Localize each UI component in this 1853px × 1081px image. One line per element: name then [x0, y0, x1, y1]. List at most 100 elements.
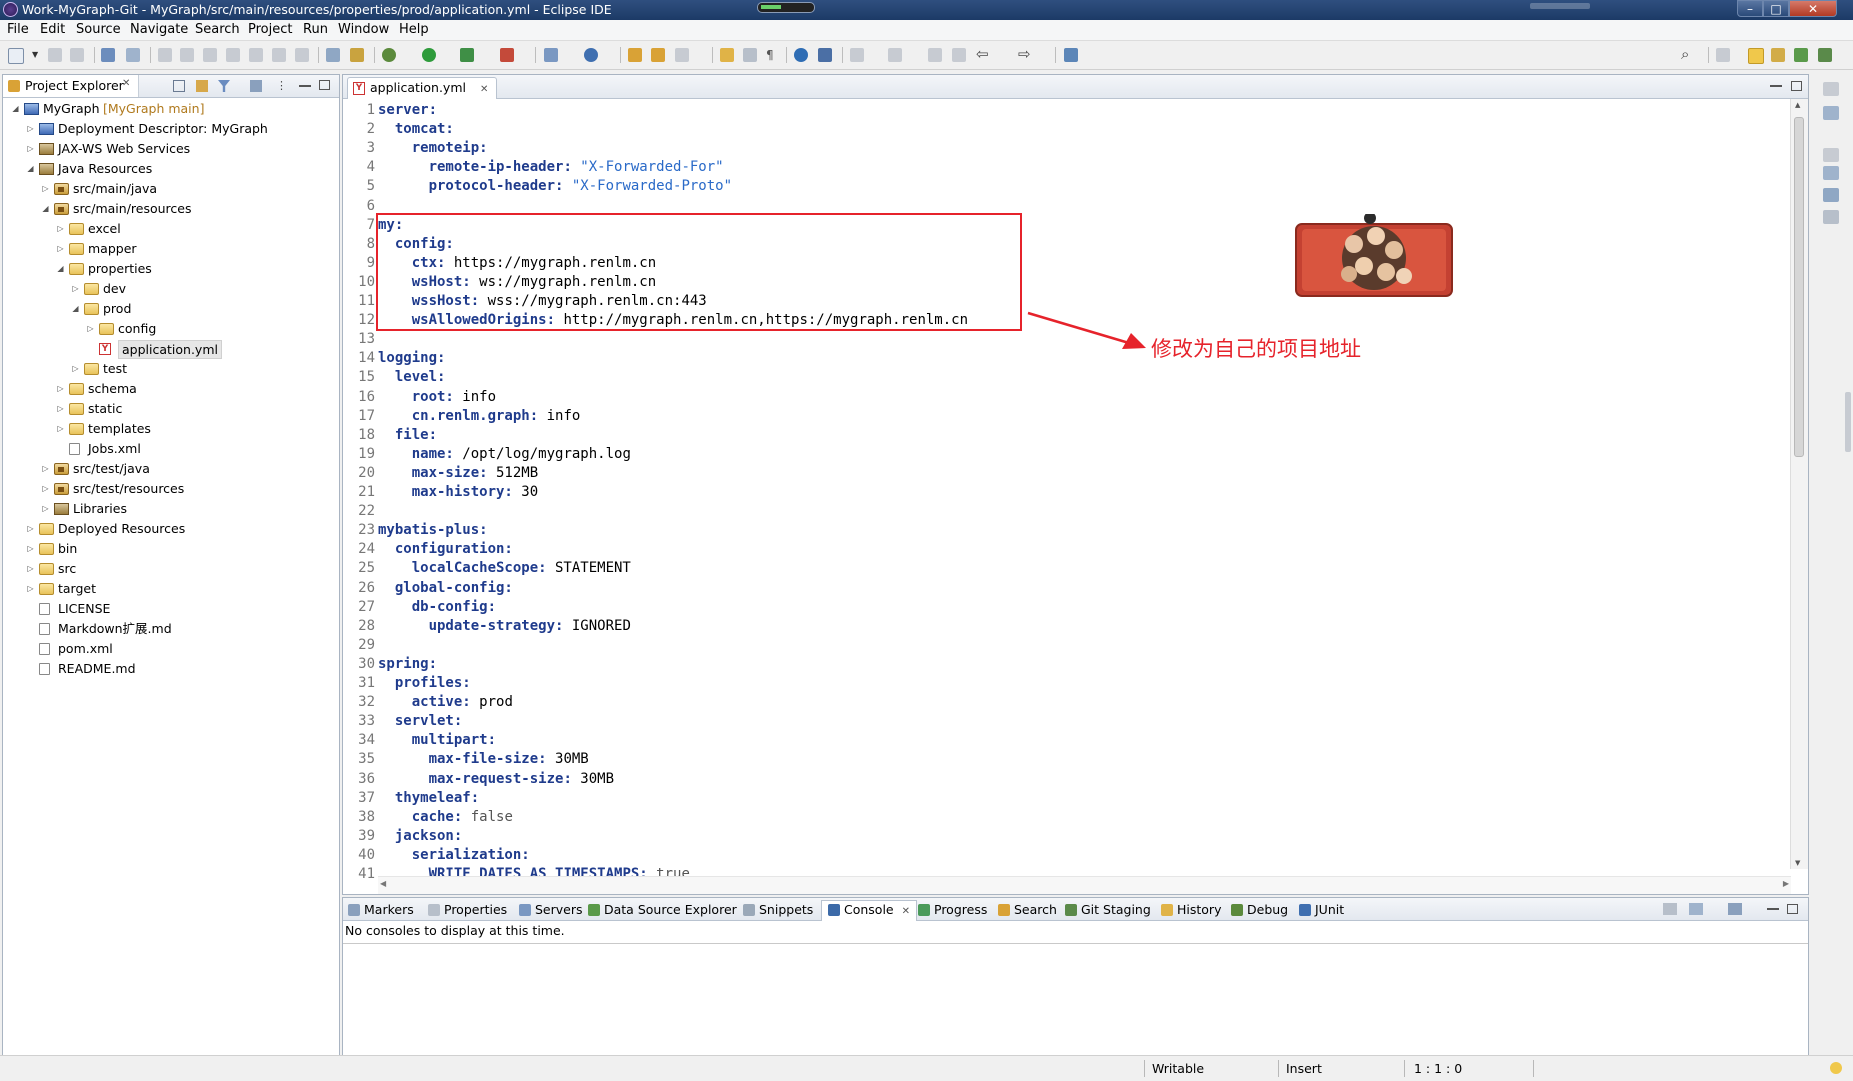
- tab-junit[interactable]: JUnit: [1299, 901, 1344, 919]
- vertical-scrollbar[interactable]: ▲ ▼: [1790, 99, 1808, 869]
- close-console-icon[interactable]: ✕: [902, 906, 910, 917]
- filter-icon[interactable]: [218, 80, 230, 92]
- scroll-up-icon[interactable]: ▲: [1795, 101, 1800, 109]
- tree-item[interactable]: ▷ src/main/java: [3, 179, 337, 199]
- open-console-icon[interactable]: [1728, 903, 1742, 915]
- tree-item[interactable]: Markdown扩展.md: [3, 619, 337, 639]
- scrollbar-thumb[interactable]: [1794, 117, 1804, 457]
- collapsed-arrow-icon[interactable]: ▷: [26, 559, 35, 579]
- git-perspective-icon[interactable]: [1818, 48, 1832, 62]
- tree-item[interactable]: ▷ Deployment Descriptor: MyGraph: [3, 119, 337, 139]
- pin-editor-icon[interactable]: [1064, 48, 1078, 62]
- trim-scroll-handle[interactable]: [1845, 392, 1851, 452]
- terminal-icon[interactable]: [101, 48, 115, 62]
- tab-markers[interactable]: Markers: [348, 901, 414, 919]
- save-icon[interactable]: [48, 48, 62, 62]
- tree-item[interactable]: ◢ properties: [3, 259, 337, 279]
- tab-console[interactable]: Console ✕: [821, 900, 918, 921]
- new-icon[interactable]: [8, 48, 24, 64]
- resume-icon[interactable]: [158, 48, 172, 62]
- tree-item[interactable]: ◢ src/main/resources: [3, 199, 337, 219]
- view-menu-icon[interactable]: ⋮: [276, 80, 287, 92]
- focus-icon[interactable]: [250, 80, 262, 92]
- tree-item[interactable]: ▷ static: [3, 399, 337, 419]
- paragraph-icon[interactable]: ¶: [766, 48, 776, 62]
- minimize-view-icon[interactable]: [299, 85, 311, 87]
- collapsed-arrow-icon[interactable]: ▷: [86, 319, 95, 339]
- menu-navigate[interactable]: Navigate: [130, 22, 188, 37]
- new-server-icon[interactable]: [544, 48, 558, 62]
- show-whitespace-icon[interactable]: [743, 48, 757, 62]
- open-type-icon[interactable]: [326, 48, 340, 62]
- tree-item[interactable]: ◢ MyGraph [MyGraph main]: [3, 99, 337, 119]
- tree-item[interactable]: Jobs.xml: [3, 439, 337, 459]
- collapsed-arrow-icon[interactable]: ▷: [26, 539, 35, 559]
- tree-item[interactable]: ▷ src/test/java: [3, 459, 337, 479]
- bookmarks-icon[interactable]: [1823, 210, 1839, 224]
- collapsed-arrow-icon[interactable]: ▷: [26, 119, 35, 139]
- tree-item[interactable]: ▷ dev: [3, 279, 337, 299]
- collapsed-arrow-icon[interactable]: ▷: [56, 419, 65, 439]
- minimize-button[interactable]: –: [1737, 0, 1763, 17]
- maximize-view-icon[interactable]: [319, 80, 330, 90]
- run-server-icon[interactable]: [460, 48, 474, 62]
- tab-history[interactable]: History: [1161, 901, 1221, 919]
- skip-breakpoints-icon[interactable]: [126, 48, 140, 62]
- collapsed-arrow-icon[interactable]: ▷: [56, 239, 65, 259]
- minimize-editor-icon[interactable]: [1770, 85, 1782, 87]
- disconnect-icon[interactable]: [226, 48, 240, 62]
- collapsed-arrow-icon[interactable]: ▷: [26, 579, 35, 599]
- tab-properties[interactable]: Properties: [428, 901, 507, 919]
- collapsed-arrow-icon[interactable]: ▷: [56, 219, 65, 239]
- open-project-icon[interactable]: [651, 48, 665, 62]
- collapsed-arrow-icon[interactable]: ▷: [56, 379, 65, 399]
- menu-search[interactable]: Search: [195, 22, 240, 37]
- tree-item[interactable]: ▷ src: [3, 559, 337, 579]
- menu-window[interactable]: Window: [338, 22, 389, 37]
- close-tab-icon[interactable]: ✕: [480, 84, 488, 95]
- collapsed-arrow-icon[interactable]: ▷: [41, 499, 50, 519]
- tree-item[interactable]: README.md: [3, 659, 337, 679]
- tab-search[interactable]: Search: [998, 901, 1057, 919]
- expanded-arrow-icon[interactable]: ◢: [56, 259, 65, 279]
- maximize-button[interactable]: □: [1763, 0, 1789, 17]
- tree-item[interactable]: pom.xml: [3, 639, 337, 659]
- tree-item[interactable]: ◢ Java Resources: [3, 159, 337, 179]
- expanded-arrow-icon[interactable]: ◢: [71, 299, 80, 319]
- expanded-arrow-icon[interactable]: ◢: [26, 159, 35, 179]
- collapsed-arrow-icon[interactable]: ▷: [41, 459, 50, 479]
- step-return-icon[interactable]: [295, 48, 309, 62]
- forward-arrow-icon[interactable]: ⇨: [1018, 47, 1036, 62]
- tab-application-yml[interactable]: Y application.yml ✕: [347, 77, 498, 99]
- tree-item[interactable]: ▷ templates: [3, 419, 337, 439]
- collapsed-arrow-icon[interactable]: ▷: [41, 179, 50, 199]
- java-ee-perspective-icon[interactable]: [1748, 48, 1764, 64]
- open-perspective-icon[interactable]: [1716, 48, 1730, 62]
- horizontal-scrollbar[interactable]: ◀ ▶: [378, 876, 1791, 894]
- tab-snippets[interactable]: Snippets: [743, 901, 813, 919]
- collapsed-arrow-icon[interactable]: ▷: [26, 519, 35, 539]
- collapse-all-icon[interactable]: [173, 80, 185, 92]
- expanded-arrow-icon[interactable]: ◢: [11, 99, 20, 119]
- last-edit-icon[interactable]: [928, 48, 942, 62]
- expanded-arrow-icon[interactable]: ◢: [41, 199, 50, 219]
- pin-console-icon[interactable]: [1663, 903, 1677, 915]
- new-class-icon[interactable]: [584, 48, 598, 62]
- dropdown-arrow-icon[interactable]: ▼: [32, 48, 40, 62]
- tree-item[interactable]: ▷ Libraries: [3, 499, 337, 519]
- menu-run[interactable]: Run: [303, 22, 328, 37]
- back-arrow-icon[interactable]: ⇦: [976, 47, 994, 62]
- display-console-icon[interactable]: [1689, 903, 1703, 915]
- git-icon[interactable]: [818, 48, 832, 62]
- toggle-breadcrumb-icon[interactable]: [720, 48, 734, 62]
- tab-git-staging[interactable]: Git Staging: [1065, 901, 1151, 919]
- debug-icon[interactable]: [382, 48, 396, 62]
- restore-icon[interactable]: [1823, 82, 1839, 96]
- collapsed-arrow-icon[interactable]: ▷: [56, 399, 65, 419]
- close-icon[interactable]: ✕: [122, 78, 130, 89]
- web-browser-icon[interactable]: [794, 48, 808, 62]
- tree-item[interactable]: Yapplication.yml: [3, 339, 337, 359]
- tab-debug[interactable]: Debug: [1231, 901, 1288, 919]
- menu-file[interactable]: File: [7, 22, 29, 37]
- tree-item[interactable]: ▷ mapper: [3, 239, 337, 259]
